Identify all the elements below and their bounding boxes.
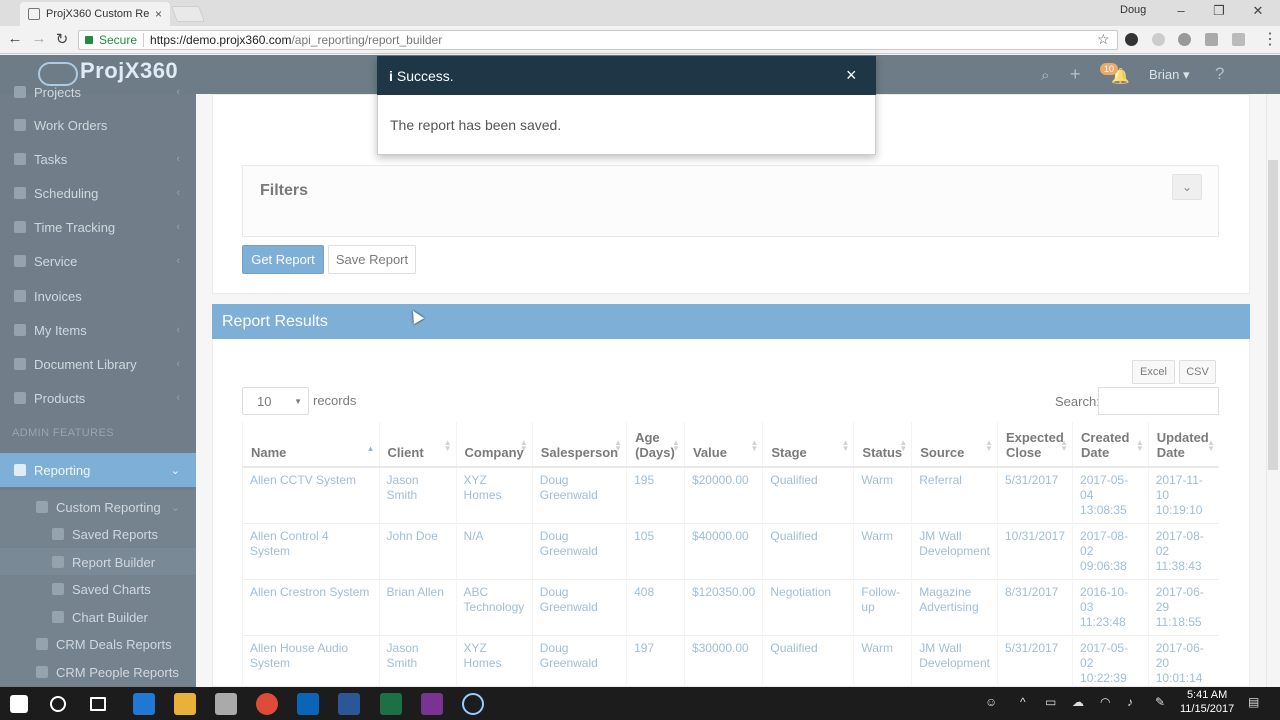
url-host: https://demo.projx360.com — [150, 33, 292, 47]
edge-icon[interactable] — [133, 693, 155, 715]
battery-icon[interactable]: ▭ — [1045, 695, 1056, 709]
dialog-title: Success. — [396, 67, 454, 84]
task-view-icon[interactable] — [90, 697, 106, 711]
minimize-icon[interactable]: – — [1170, 3, 1192, 18]
dialog-close-icon[interactable]: × — [846, 65, 857, 86]
excel-icon[interactable] — [380, 693, 402, 715]
extension-icon[interactable] — [1232, 33, 1245, 46]
back-arrow-icon[interactable]: ← — [6, 30, 24, 47]
clock-date: 11/15/2017 — [1180, 703, 1235, 715]
tray-chevron-icon[interactable]: ^ — [1020, 695, 1026, 709]
wifi-icon[interactable]: ◠ — [1100, 695, 1110, 709]
outlook-icon[interactable] — [297, 693, 319, 715]
store-icon[interactable] — [215, 693, 237, 715]
lock-icon — [85, 36, 93, 44]
extension-icon[interactable] — [1125, 33, 1138, 46]
people-icon[interactable]: ☺ — [985, 695, 997, 709]
windows-start-icon[interactable] — [10, 695, 28, 713]
extension-icon[interactable] — [1205, 33, 1218, 46]
tab-title: ProjX360 Custom Report — [46, 8, 149, 20]
recording-app-icon[interactable] — [462, 693, 484, 715]
action-center-icon[interactable]: ▤ — [1248, 695, 1259, 709]
close-window-icon[interactable]: ✕ — [1247, 3, 1269, 19]
clock-time: 5:41 AM — [1186, 689, 1228, 701]
extension-icon[interactable] — [1152, 33, 1165, 46]
onenote-icon[interactable] — [421, 693, 443, 715]
secure-label: Secure — [99, 33, 138, 47]
cortana-icon[interactable] — [50, 696, 66, 712]
info-icon: i — [389, 67, 393, 84]
reload-icon[interactable]: ↻ — [53, 30, 71, 48]
address-bar[interactable]: Secure https://demo.projx360.com/api_rep… — [78, 30, 1118, 50]
url-path: /api_reporting/report_builder — [291, 33, 443, 47]
word-icon[interactable] — [338, 693, 360, 715]
page-icon — [28, 8, 40, 20]
new-tab-button[interactable] — [171, 6, 205, 22]
dialog-message: The report has been saved. — [390, 117, 562, 133]
tab-close-icon[interactable]: × — [155, 7, 162, 21]
forward-arrow-icon[interactable]: → — [30, 30, 48, 47]
pen-icon[interactable]: ✎ — [1155, 695, 1165, 709]
volume-icon[interactable]: ♪ — [1127, 695, 1133, 709]
divider — [143, 33, 145, 47]
bookmark-star-icon[interactable]: ☆ — [1097, 31, 1110, 48]
taskbar-clock[interactable]: 5:41 AM 11/15/2017 — [1180, 688, 1234, 716]
profile-name[interactable]: Doug — [1120, 4, 1146, 16]
extension-icon[interactable] — [1178, 33, 1191, 46]
browser-menu-icon[interactable]: ⋮ — [1262, 29, 1278, 49]
file-explorer-icon[interactable] — [174, 693, 196, 715]
restore-icon[interactable]: ❐ — [1208, 3, 1230, 19]
chrome-icon[interactable] — [256, 693, 278, 715]
dialog-header: i Success. — [377, 56, 876, 95]
browser-tab[interactable]: ProjX360 Custom Report × — [20, 2, 170, 26]
onedrive-icon[interactable]: ☁ — [1072, 695, 1084, 709]
